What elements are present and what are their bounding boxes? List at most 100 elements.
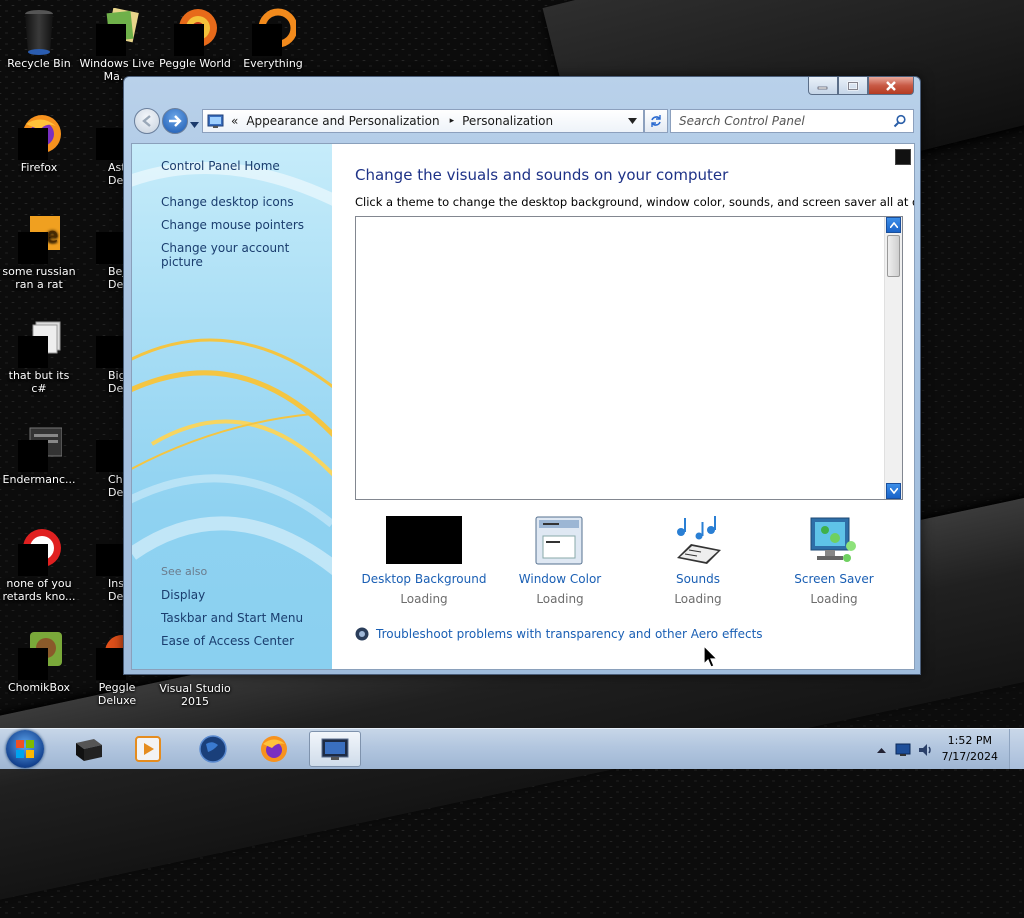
taskbar-app-control-panel[interactable]: [309, 731, 361, 767]
desktop-background-icon: [354, 516, 494, 568]
taskbar-app-media-player[interactable]: [122, 731, 174, 767]
desktop-icon-firefox[interactable]: Firefox: [0, 112, 78, 174]
search-icon[interactable]: [893, 114, 907, 128]
chevron-down-icon: [190, 122, 199, 128]
page-title: Change the visuals and sounds on your co…: [355, 166, 729, 184]
ease-of-access-link[interactable]: Ease of Access Center: [161, 634, 294, 648]
close-icon: [886, 80, 896, 91]
recycle-bin-icon: [16, 8, 62, 55]
troubleshoot-aero-label[interactable]: Troubleshoot problems with transparency …: [376, 627, 763, 641]
show-hidden-icons-button[interactable]: [877, 747, 886, 753]
minimize-button[interactable]: [808, 77, 838, 95]
search-box[interactable]: [670, 109, 914, 133]
desktop-icon-visual-studio[interactable]: Visual Studio 2015: [156, 682, 234, 708]
network-icon[interactable]: [895, 743, 911, 757]
clock[interactable]: 1:52 PM 7/17/2024: [942, 733, 998, 765]
page-description: Click a theme to change the desktop back…: [355, 195, 915, 209]
main-panel: Change the visuals and sounds on your co…: [333, 144, 914, 669]
breadcrumb-separator[interactable]: ▸: [450, 116, 455, 126]
everything-icon: [250, 8, 298, 56]
help-icon[interactable]: [895, 149, 911, 165]
chevron-down-icon: [889, 488, 898, 494]
close-button[interactable]: [868, 77, 914, 95]
scroll-up-button[interactable]: [886, 217, 901, 233]
window-color-option[interactable]: Window Color Loading: [490, 516, 630, 606]
minimize-icon: [817, 86, 828, 89]
change-account-picture-link[interactable]: Change your account picture: [161, 241, 332, 269]
show-desktop-button[interactable]: [1009, 729, 1024, 769]
desktop-background-option[interactable]: Desktop Background Loading: [354, 516, 494, 606]
window-color-icon: [490, 516, 630, 568]
window-color-status: Loading: [536, 592, 584, 606]
refresh-button[interactable]: [644, 109, 668, 133]
window-content: Control Panel Home Change desktop icons …: [131, 143, 915, 670]
chevron-down-icon[interactable]: [628, 118, 637, 124]
desktop-icon-some-russian[interactable]: e some russian ran a rat: [0, 216, 78, 291]
firefox-icon: [261, 736, 287, 762]
back-button[interactable]: [134, 108, 160, 134]
firefox-icon: [16, 112, 62, 160]
control-panel-icon: [321, 738, 349, 760]
taskbar-app-firefox[interactable]: [248, 731, 300, 767]
window-color-label[interactable]: Window Color: [490, 572, 630, 586]
file-icon: [16, 320, 62, 368]
sounds-label[interactable]: Sounds: [628, 572, 768, 586]
system-tray: 1:52 PM 7/17/2024: [864, 729, 1024, 769]
breadcrumb-overflow[interactable]: «: [231, 114, 238, 128]
start-button[interactable]: [6, 730, 44, 768]
desktop-icon-chomikbox[interactable]: ChomikBox: [0, 632, 78, 694]
peggle-world-icon: [172, 8, 218, 56]
breadcrumb-personalization[interactable]: Personalization: [462, 114, 553, 128]
scroll-thumb[interactable]: [887, 235, 900, 277]
application-icon: [16, 528, 62, 576]
change-mouse-pointers-link[interactable]: Change mouse pointers: [161, 218, 304, 232]
scroll-down-button[interactable]: [886, 483, 901, 499]
desktop-icon-endermanch[interactable]: Endermanc...: [0, 424, 78, 486]
terminal-icon: [76, 739, 102, 761]
screen-saver-icon: [764, 516, 904, 568]
chevron-up-icon: [889, 222, 898, 228]
forward-arrow-icon: [169, 115, 182, 127]
change-desktop-icons-link[interactable]: Change desktop icons: [161, 195, 294, 209]
screen-saver-option[interactable]: Screen Saver Loading: [764, 516, 904, 606]
maximize-button[interactable]: [838, 77, 868, 95]
sounds-option[interactable]: Sounds Loading: [628, 516, 768, 606]
sidebar: Control Panel Home Change desktop icons …: [132, 144, 332, 669]
breadcrumb-appearance[interactable]: Appearance and Personalization: [246, 114, 439, 128]
troubleshoot-aero-link[interactable]: Troubleshoot problems with transparency …: [355, 627, 763, 641]
address-bar[interactable]: « Appearance and Personalization ▸ Perso…: [202, 109, 644, 133]
desktop-icon-none-of-you[interactable]: none of you retards kno...: [0, 528, 78, 603]
display-link[interactable]: Display: [161, 588, 205, 602]
volume-icon[interactable]: [917, 742, 933, 758]
recent-pages-dropdown[interactable]: [190, 117, 199, 131]
taskbar-app-terminal[interactable]: [62, 731, 114, 767]
desktop-icon-everything[interactable]: Everything: [234, 8, 312, 70]
window-controls: [808, 77, 914, 95]
control-panel-home-link[interactable]: Control Panel Home: [161, 159, 280, 173]
windows-logo-icon: [16, 740, 34, 758]
theme-list[interactable]: [355, 216, 903, 500]
desktop-icon-that-but-its-c[interactable]: that but its c#: [0, 320, 78, 395]
screen-saver-status: Loading: [810, 592, 858, 606]
desktop-icon-recycle-bin[interactable]: Recycle Bin: [0, 8, 78, 70]
forward-button[interactable]: [162, 108, 188, 134]
sounds-icon: [628, 516, 768, 568]
search-input[interactable]: [671, 113, 893, 129]
windows-live-icon: [94, 7, 140, 56]
see-also-heading: See also: [161, 565, 208, 578]
back-arrow-icon: [142, 115, 151, 127]
desktop-background-label[interactable]: Desktop Background: [354, 572, 494, 586]
application-icon: e: [16, 216, 62, 264]
troubleshoot-icon: [355, 627, 369, 641]
theme-list-scrollbar[interactable]: [884, 217, 902, 499]
clock-date: 7/17/2024: [941, 750, 998, 763]
screen-saver-label[interactable]: Screen Saver: [764, 572, 904, 586]
taskbar-start-menu-link[interactable]: Taskbar and Start Menu: [161, 611, 303, 625]
desktop-icon-peggle-world[interactable]: Peggle World: [156, 8, 234, 70]
chomikbox-icon: [16, 632, 62, 680]
navigation-bar: « Appearance and Personalization ▸ Perso…: [132, 107, 914, 135]
desktop-icon-windows-live[interactable]: Windows Live Ma...: [78, 7, 156, 83]
taskbar-app-globe[interactable]: [187, 731, 239, 767]
personalization-window[interactable]: « Appearance and Personalization ▸ Perso…: [123, 76, 921, 675]
sounds-status: Loading: [674, 592, 722, 606]
